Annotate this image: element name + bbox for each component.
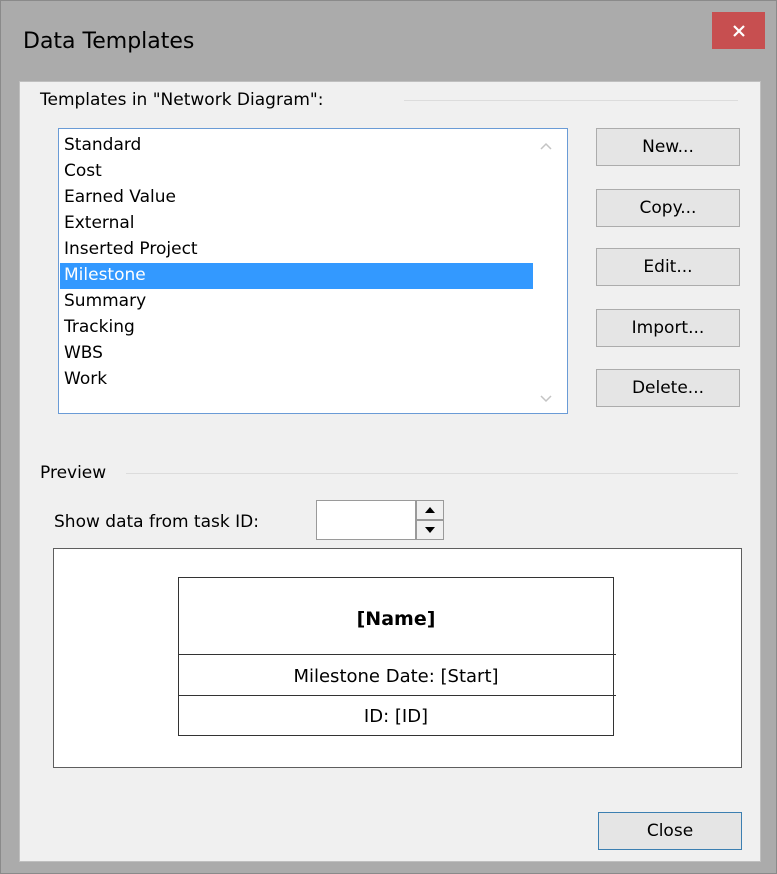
template-list-item[interactable]: Standard	[60, 133, 533, 159]
preview-area: [Name] Milestone Date: [Start] ID: [ID]	[53, 548, 742, 768]
data-templates-dialog: Data Templates Templates in "Network Dia…	[0, 0, 777, 874]
spin-down-button[interactable]	[416, 520, 444, 540]
scroll-down-icon[interactable]	[539, 390, 553, 404]
node-divider	[178, 654, 616, 655]
delete-button[interactable]: Delete...	[596, 369, 740, 407]
templates-group-label: Templates in "Network Diagram":	[40, 90, 330, 110]
template-list-item[interactable]: Inserted Project	[60, 237, 533, 263]
template-list-item[interactable]: Work	[60, 367, 533, 393]
preview-group-line	[126, 473, 738, 474]
scroll-up-icon[interactable]	[539, 139, 553, 153]
spin-down-icon	[425, 527, 435, 533]
copy-button[interactable]: Copy...	[596, 189, 740, 227]
title-bar: Data Templates	[1, 1, 776, 81]
template-list-item[interactable]: Milestone	[60, 263, 533, 289]
close-button[interactable]: Close	[598, 812, 742, 850]
new-button[interactable]: New...	[596, 128, 740, 166]
import-button[interactable]: Import...	[596, 309, 740, 347]
templates-group-line	[404, 100, 738, 101]
close-icon	[732, 24, 745, 37]
task-id-label: Show data from task ID:	[54, 512, 259, 532]
dialog-client-area: Templates in "Network Diagram": Standard…	[19, 81, 761, 862]
templates-listbox[interactable]: Standard Cost Earned Value External Inserted…	[58, 128, 568, 414]
edit-button[interactable]: Edit...	[596, 248, 740, 286]
spin-up-icon	[425, 507, 435, 513]
template-list-item[interactable]: External	[60, 211, 533, 237]
node-preview: [Name] Milestone Date: [Start] ID: [ID]	[178, 577, 616, 736]
close-window-button[interactable]	[712, 12, 765, 49]
node-date-field: Milestone Date: [Start]	[293, 666, 499, 687]
node-name-field: [Name]	[356, 608, 436, 630]
dialog-title: Data Templates	[23, 29, 195, 54]
template-list-item[interactable]: Summary	[60, 289, 533, 315]
node-id-field: ID: [ID]	[363, 706, 429, 727]
spin-up-button[interactable]	[416, 500, 444, 520]
template-list-item[interactable]: WBS	[60, 341, 533, 367]
node-divider	[178, 695, 616, 696]
template-list-item[interactable]: Earned Value	[60, 185, 533, 211]
template-list-item[interactable]: Cost	[60, 159, 533, 185]
task-id-input[interactable]	[316, 500, 416, 540]
preview-group-label: Preview	[40, 463, 113, 483]
template-list-item[interactable]: Tracking	[60, 315, 533, 341]
